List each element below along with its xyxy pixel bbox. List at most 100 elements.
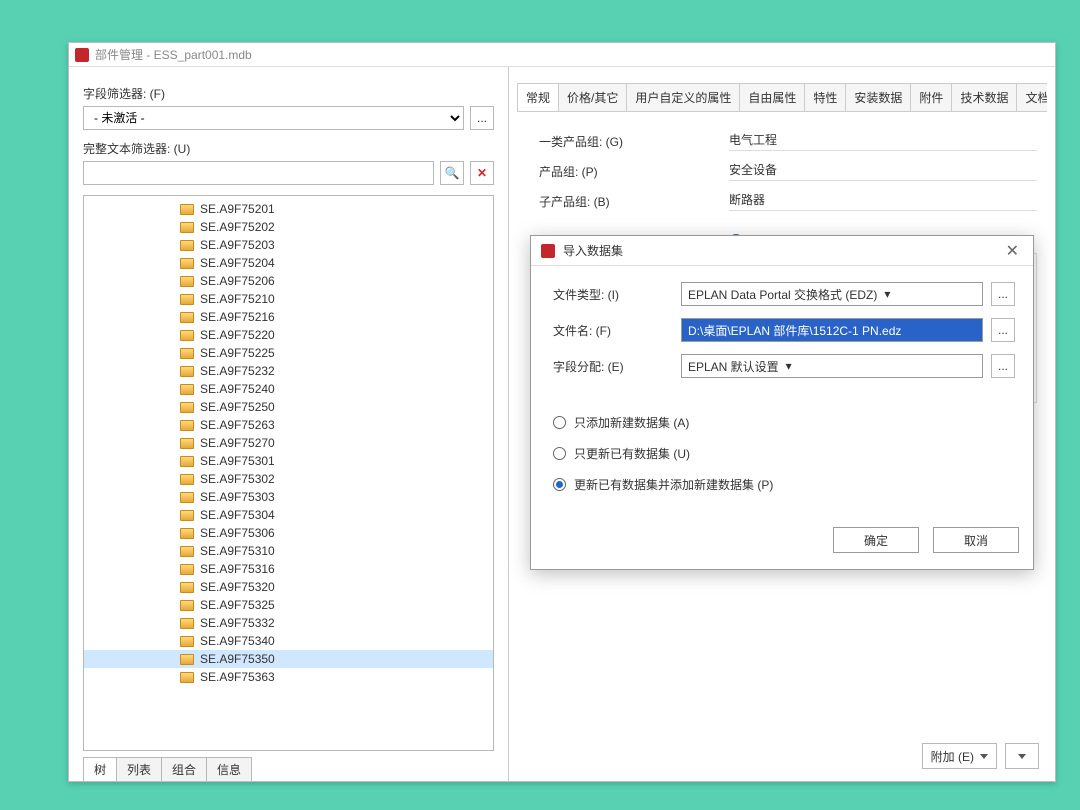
field-filter-more-button[interactable]: ... [470, 106, 494, 130]
tree-item[interactable]: SE.A9F75332 [84, 614, 493, 632]
tree-item-label: SE.A9F75332 [200, 616, 275, 630]
property-row: 产品组: (P)安全设备 [539, 156, 1037, 186]
tree-item[interactable]: SE.A9F75340 [84, 632, 493, 650]
tree-item[interactable]: SE.A9F75303 [84, 488, 493, 506]
left-tab-信息[interactable]: 信息 [206, 757, 252, 781]
import-mode-radio[interactable]: 只添加新建数据集 (A) [553, 414, 1015, 431]
property-tab[interactable]: 特性 [804, 83, 846, 111]
import-mode-radio[interactable]: 只更新已有数据集 (U) [553, 445, 1015, 462]
cancel-button[interactable]: 取消 [933, 527, 1019, 553]
tree-item[interactable]: SE.A9F75310 [84, 542, 493, 560]
tree-item[interactable]: SE.A9F75220 [84, 326, 493, 344]
property-tab[interactable]: 安装数据 [845, 83, 911, 111]
tree-item[interactable]: SE.A9F75363 [84, 668, 493, 686]
folder-icon [180, 600, 194, 611]
property-tab[interactable]: 自由属性 [739, 83, 805, 111]
property-label: 一类产品组: (G) [539, 133, 729, 150]
tree-item[interactable]: SE.A9F75232 [84, 362, 493, 380]
folder-icon [180, 240, 194, 251]
property-tab[interactable]: 价格/其它 [558, 83, 627, 111]
tree-item[interactable]: SE.A9F75203 [84, 236, 493, 254]
folder-icon [180, 564, 194, 575]
tree-item[interactable]: SE.A9F75202 [84, 218, 493, 236]
fulltext-filter-input[interactable] [83, 161, 434, 185]
tree-item-label: SE.A9F75202 [200, 220, 275, 234]
folder-icon [180, 420, 194, 431]
tree-item[interactable]: SE.A9F75204 [84, 254, 493, 272]
fieldassign-more-button[interactable]: ... [991, 354, 1015, 378]
chevron-down-icon: ▾ [779, 359, 799, 373]
clear-button[interactable]: ✕ [470, 161, 494, 185]
property-tab[interactable]: 文档 [1016, 83, 1047, 111]
property-value[interactable]: 安全设备 [729, 161, 1037, 181]
tree-item[interactable]: SE.A9F75350 [84, 650, 493, 668]
import-mode-radio[interactable]: 更新已有数据集并添加新建数据集 (P) [553, 476, 1015, 493]
tree-item[interactable]: SE.A9F75325 [84, 596, 493, 614]
filetype-more-button[interactable]: ... [991, 282, 1015, 306]
property-tab[interactable]: 附件 [910, 83, 952, 111]
left-tab-组合[interactable]: 组合 [161, 757, 207, 781]
property-value[interactable]: 断路器 [729, 191, 1037, 211]
tree-item-label: SE.A9F75206 [200, 274, 275, 288]
folder-icon [180, 402, 194, 413]
tree-item[interactable]: SE.A9F75250 [84, 398, 493, 416]
ok-button[interactable]: 确定 [833, 527, 919, 553]
folder-icon [180, 222, 194, 233]
tree-item[interactable]: SE.A9F75216 [84, 308, 493, 326]
right-bottom-bar: 附加 (E) [922, 743, 1039, 769]
field-filter-select[interactable]: - 未激活 - [83, 106, 464, 130]
folder-icon [180, 510, 194, 521]
tree-item[interactable]: SE.A9F75225 [84, 344, 493, 362]
tree-item-label: SE.A9F75304 [200, 508, 275, 522]
tree-item[interactable]: SE.A9F75320 [84, 578, 493, 596]
property-tab[interactable]: 常规 [517, 83, 559, 111]
property-tab[interactable]: 用户自定义的属性 [626, 83, 740, 111]
tree-item-label: SE.A9F75306 [200, 526, 275, 540]
tree-item[interactable]: SE.A9F75210 [84, 290, 493, 308]
tree-item-label: SE.A9F75216 [200, 310, 275, 324]
chevron-down-icon [1018, 754, 1026, 759]
folder-icon [180, 384, 194, 395]
tree-item-label: SE.A9F75201 [200, 202, 275, 216]
tree-item-label: SE.A9F75350 [200, 652, 275, 666]
extras-more-button[interactable] [1005, 743, 1039, 769]
left-tab-列表[interactable]: 列表 [116, 757, 162, 781]
tree-item-label: SE.A9F75340 [200, 634, 275, 648]
tree-item-label: SE.A9F75250 [200, 400, 275, 414]
property-value[interactable]: 电气工程 [729, 131, 1037, 151]
tree-item[interactable]: SE.A9F75306 [84, 524, 493, 542]
dialog-title: 导入数据集 [563, 242, 623, 259]
fieldassign-value: EPLAN 默认设置 [688, 358, 779, 375]
folder-icon [180, 546, 194, 557]
filename-browse-button[interactable]: ... [991, 318, 1015, 342]
left-panel: 字段筛选器: (F) - 未激活 - ... 完整文本筛选器: (U) 🔍 ✕ … [69, 67, 509, 781]
tree-item[interactable]: SE.A9F75263 [84, 416, 493, 434]
tree-item[interactable]: SE.A9F75206 [84, 272, 493, 290]
dialog-close-button[interactable]: ✕ [1002, 241, 1023, 261]
radio-icon [553, 447, 566, 460]
parts-tree[interactable]: SE.A9F75201 SE.A9F75202 SE.A9F75203 SE.A9F7… [83, 195, 494, 751]
left-tab-树[interactable]: 树 [83, 757, 117, 781]
chevron-down-icon [980, 754, 988, 759]
tree-item[interactable]: SE.A9F75201 [84, 200, 493, 218]
search-button[interactable]: 🔍 [440, 161, 464, 185]
tree-item[interactable]: SE.A9F75304 [84, 506, 493, 524]
tree-item[interactable]: SE.A9F75240 [84, 380, 493, 398]
folder-icon [180, 672, 194, 683]
tree-item-label: SE.A9F75263 [200, 418, 275, 432]
filename-input[interactable]: D:\桌面\EPLAN 部件库\1512C-1 PN.edz [681, 318, 983, 342]
tree-item[interactable]: SE.A9F75302 [84, 470, 493, 488]
fieldassign-select[interactable]: EPLAN 默认设置▾ [681, 354, 983, 378]
tree-item-label: SE.A9F75325 [200, 598, 275, 612]
folder-icon [180, 636, 194, 647]
property-tab[interactable]: 技术数据 [951, 83, 1017, 111]
extras-dropdown[interactable]: 附加 (E) [922, 743, 997, 769]
tree-item[interactable]: SE.A9F75270 [84, 434, 493, 452]
property-panel: 一类产品组: (G)电气工程产品组: (P)安全设备子产品组: (B)断路器 [509, 112, 1055, 216]
filetype-select[interactable]: EPLAN Data Portal 交换格式 (EDZ)▾ [681, 282, 983, 306]
extras-label: 附加 (E) [931, 748, 974, 765]
tree-item[interactable]: SE.A9F75316 [84, 560, 493, 578]
tree-item[interactable]: SE.A9F75301 [84, 452, 493, 470]
tree-item-label: SE.A9F75320 [200, 580, 275, 594]
tree-item-label: SE.A9F75204 [200, 256, 275, 270]
